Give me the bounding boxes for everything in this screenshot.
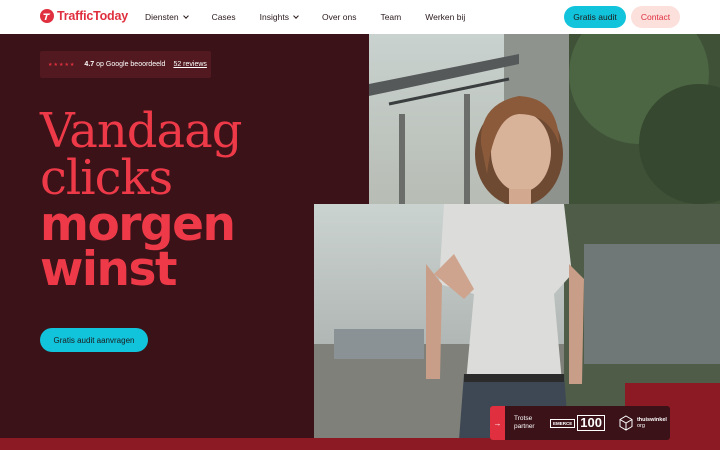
rating-text: op Google beoordeeld [96,61,166,68]
nav-item-diensten[interactable]: Diensten [145,12,189,22]
chevron-down-icon [293,12,299,19]
headline-line-3: morgen [40,197,236,252]
brand-logo[interactable]: TrafficToday [40,9,128,23]
partner-label-line-1: Trotse [514,415,533,422]
nav-item-werken-bij[interactable]: Werken bij [425,12,465,22]
thuiswinkel-cube-icon [619,415,633,431]
star-rating-icon: ★★★★★ [48,61,76,68]
hero-headline: Vandaag clicks morgen winst [40,103,242,297]
nav-item-label: Insights [259,12,289,22]
gratis-audit-aanvragen-button[interactable]: Gratis audit aanvragen [40,328,148,352]
brand-name: TrafficToday [57,9,128,23]
emerce-100-logo: EMERCE 100 [550,415,605,431]
rating-score: 4.7 [84,61,95,68]
google-rating-badge: ★★★★★ 4.7 op Google beoordeeld 52 review… [40,51,211,78]
top-navigation: TrafficToday Diensten Cases Insights Ove… [0,0,720,34]
hero-image [369,34,720,206]
thuiswinkel-text: thuiswinkel org [637,417,667,429]
traffictoday-logo-icon [40,9,54,23]
emerce-number: 100 [577,415,605,431]
nav-item-team[interactable]: Team [380,12,401,22]
partner-badge: → Trotse partner EMERCE 100 thuiswinkel … [490,406,670,440]
arrow-right-icon[interactable]: → [490,406,505,440]
nav-item-insights[interactable]: Insights [259,12,299,22]
thuiswinkel-logo: thuiswinkel org [619,415,667,431]
reviews-link[interactable]: 52 reviews [173,61,206,68]
headline-line-2: clicks [40,150,173,206]
nav-item-over-ons[interactable]: Over ons [322,12,357,22]
headline-line-4: winst [40,242,177,297]
emerce-label: EMERCE [550,418,576,428]
partner-label: Trotse partner [514,415,540,431]
nav-links: Diensten Cases Insights Over ons Team We… [145,0,489,34]
gratis-audit-button[interactable]: Gratis audit [564,6,626,28]
chevron-down-icon [182,12,189,19]
partner-label-line-2: partner [514,423,535,430]
hero-photo-upper [369,34,720,206]
thuiswinkel-sub: org [636,423,645,429]
headline-line-1: Vandaag [40,103,242,159]
nav-item-label: Werken bij [425,12,466,22]
contact-button[interactable]: Contact [631,6,680,28]
nav-item-label: Over ons [321,12,357,22]
nav-item-label: Diensten [145,12,179,22]
nav-item-cases[interactable]: Cases [212,12,236,22]
nav-item-label: Cases [211,12,236,22]
nav-item-label: Team [380,12,402,22]
